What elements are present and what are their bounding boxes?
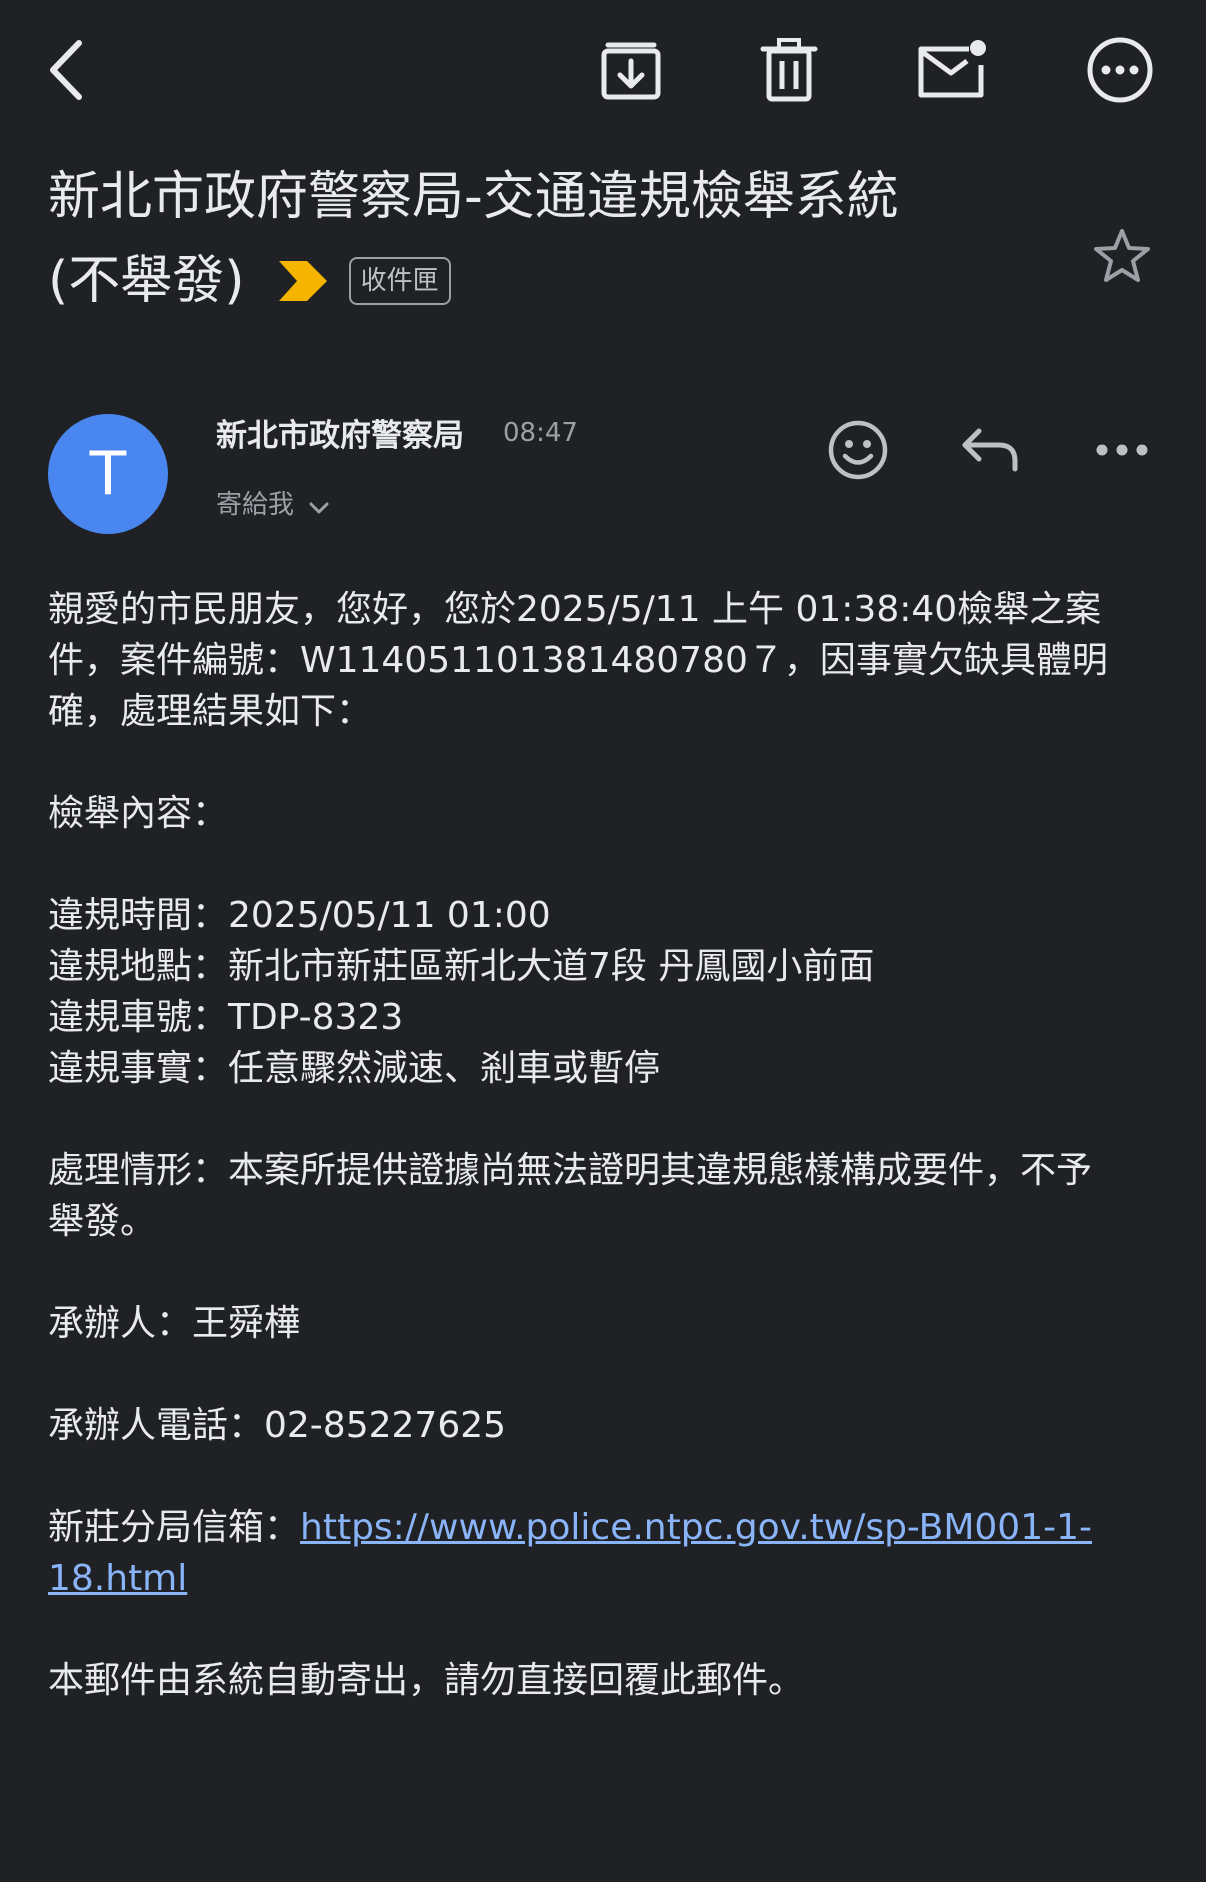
mark-unread-button[interactable]: [912, 30, 992, 110]
more-horizontal-icon: [1096, 444, 1148, 456]
email-body: 親愛的市民朋友，您好，您於2025/5/11 上午 01:38:40檢舉之案 件…: [48, 584, 1168, 1706]
mailbox-link-continued[interactable]: 18.html: [48, 1558, 187, 1599]
message-more-button[interactable]: [1082, 410, 1162, 490]
violation-plate: 違規車號：TDP-8323: [48, 997, 404, 1038]
violation-fact: 違規事實：任意驟然減速、剎車或暫停: [48, 1048, 661, 1089]
recipient-label: 寄給我: [216, 490, 295, 520]
handling-status-line-2: 舉發。: [48, 1201, 157, 1242]
subject-line-1: 新北市政府警察局-交通違規檢舉系統: [48, 152, 1048, 236]
violation-location: 違規地點：新北市新莊區新北大道7段 丹鳳國小前面: [48, 946, 875, 987]
body-greeting-line-3: 確，處理結果如下：: [48, 691, 373, 732]
inbox-label-chip[interactable]: 收件匣: [348, 257, 451, 305]
delete-button[interactable]: [749, 30, 829, 110]
back-arrow-icon: [50, 40, 82, 100]
star-icon: [1094, 229, 1150, 282]
report-content-heading: 檢舉內容：: [48, 793, 229, 834]
sender-name[interactable]: 新北市政府警察局: [216, 410, 464, 455]
mailbox-link-row-2: 18.html: [48, 1553, 1168, 1604]
trash-icon: [760, 38, 818, 102]
sender-avatar[interactable]: T: [48, 414, 168, 534]
sent-time: 08:47: [503, 418, 578, 448]
mailbox-row: 新莊分局信箱：https://www.police.ntpc.gov.tw/sp…: [48, 1502, 1168, 1553]
handler-name: 承辦人：王舜樺: [48, 1303, 301, 1344]
top-toolbar: [0, 0, 1206, 140]
star-button[interactable]: [1082, 216, 1162, 296]
archive-button[interactable]: [591, 30, 671, 110]
violation-time: 違規時間：2025/05/11 01:00: [48, 895, 551, 936]
body-greeting-line-2: 件，案件編號：W114051101381480780７，因事實欠缺具體明: [48, 640, 1108, 681]
subject-title: 新北市政府警察局-交通違規檢舉系統: [48, 167, 899, 227]
subject-line-2: (不舉發) 收件匣: [48, 236, 1048, 320]
more-options-button[interactable]: [1080, 30, 1160, 110]
mailbox-label: 新莊分局信箱：: [48, 1507, 301, 1548]
mail-unread-icon: [918, 40, 986, 98]
importance-marker-icon[interactable]: [277, 259, 329, 303]
emoji-reaction-button[interactable]: [818, 410, 898, 490]
handler-phone: 承辦人電話：02-85227625: [48, 1405, 507, 1446]
body-greeting-line-1: 親愛的市民朋友，您好，您於2025/5/11 上午 01:38:40檢舉之案: [48, 589, 1102, 630]
handling-status-line-1: 處理情形：本案所提供證據尚無法證明其違規態樣構成要件，不予: [48, 1150, 1093, 1191]
email-subject: 新北市政府警察局-交通違規檢舉系統 (不舉發) 收件匣: [48, 152, 1048, 320]
reply-button[interactable]: [950, 410, 1030, 490]
reply-arrow-icon: [962, 428, 1018, 472]
recipient-details-toggle[interactable]: 寄給我: [216, 484, 330, 521]
smiley-icon: [828, 420, 888, 480]
back-button[interactable]: [26, 30, 106, 110]
mailbox-link[interactable]: https://www.police.ntpc.gov.tw/sp-BM001-…: [300, 1507, 1092, 1548]
archive-icon: [601, 42, 661, 100]
subject-title-continued: (不舉發): [48, 251, 245, 311]
auto-sent-notice: 本郵件由系統自動寄出，請勿直接回覆此郵件。: [48, 1660, 805, 1701]
chevron-down-icon: [309, 502, 329, 513]
more-circle-icon: [1087, 37, 1153, 103]
